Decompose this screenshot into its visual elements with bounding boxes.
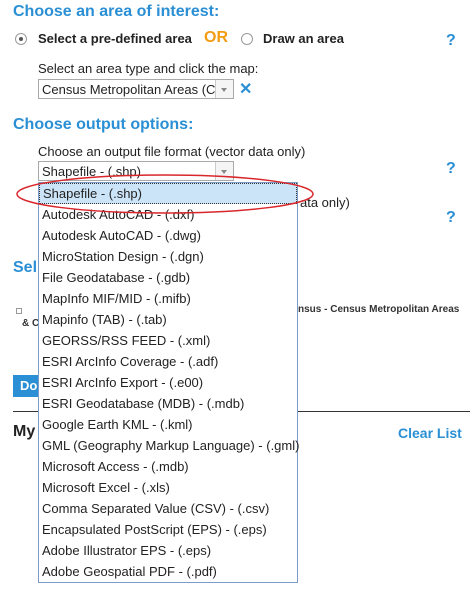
format-select[interactable]: Shapefile - (.shp)	[38, 161, 234, 181]
format-option[interactable]: MapInfo MIF/MID - (.mifb)	[39, 288, 297, 309]
select-section-title-fragment: Sel	[13, 259, 38, 276]
format-option[interactable]: ESRI Geodatabase (MDB) - (.mdb)	[39, 393, 297, 414]
area-help-icon[interactable]: ?	[446, 32, 456, 50]
format-option[interactable]: Adobe Illustrator EPS - (.eps)	[39, 540, 297, 561]
chevron-down-icon	[215, 162, 233, 180]
format-option[interactable]: Shapefile - (.shp)	[39, 183, 297, 204]
amp-fragment: & C	[22, 318, 40, 329]
clear-list-link[interactable]: Clear List	[398, 425, 462, 441]
download-button[interactable]: Do	[13, 375, 39, 397]
second-option-label-fragment: ata only)	[300, 195, 350, 210]
format-option[interactable]: Mapinfo (TAB) - (.tab)	[39, 309, 297, 330]
format-option[interactable]: Microsoft Excel - (.xls)	[39, 477, 297, 498]
format-option[interactable]: MicroStation Design - (.dgn)	[39, 246, 297, 267]
or-label: OR	[204, 29, 228, 46]
format-option[interactable]: Encapsulated PostScript (EPS) - (.eps)	[39, 519, 297, 540]
area-type-label: Select an area type and click the map:	[38, 61, 259, 76]
second-help-icon[interactable]: ?	[446, 209, 456, 227]
format-option[interactable]: Comma Separated Value (CSV) - (.csv)	[39, 498, 297, 519]
format-option[interactable]: File Geodatabase - (.gdb)	[39, 267, 297, 288]
format-option[interactable]: GML (Geography Markup Language) - (.gml)	[39, 435, 299, 456]
format-option[interactable]: GEORSS/RSS FEED - (.xml)	[39, 330, 297, 351]
format-option[interactable]: Microsoft Access - (.mdb)	[39, 456, 297, 477]
format-option[interactable]: ESRI ArcInfo Export - (.e00)	[39, 372, 297, 393]
format-select-value: Shapefile - (.shp)	[42, 164, 141, 179]
format-dropdown-list[interactable]: Shapefile - (.shp) Autodesk AutoCAD - (.d…	[38, 182, 299, 583]
close-icon[interactable]: ✕	[239, 79, 252, 99]
format-option[interactable]: Autodesk AutoCAD - (.dxf)	[39, 204, 297, 225]
my-list-title-fragment: My	[13, 423, 36, 440]
format-help-icon[interactable]: ?	[446, 160, 456, 178]
output-section-title: Choose output options:	[13, 116, 194, 133]
chevron-down-icon	[215, 80, 233, 98]
format-option[interactable]: Google Earth KML - (.kml)	[39, 414, 297, 435]
format-option[interactable]: Adobe Geospatial PDF - (.pdf)	[39, 561, 297, 582]
format-label: Choose an output file format (vector dat…	[38, 144, 306, 159]
area-type-select[interactable]: Census Metropolitan Areas (C	[38, 79, 234, 99]
area-section-title: Choose an area of interest:	[13, 3, 220, 20]
predefined-area-radio[interactable]	[15, 33, 27, 45]
format-option[interactable]: Autodesk AutoCAD - (.dwg)	[39, 225, 297, 246]
checkbox-fragment[interactable]	[16, 308, 22, 314]
area-type-value: Census Metropolitan Areas (C	[42, 82, 216, 97]
draw-area-label[interactable]: Draw an area	[263, 31, 344, 46]
predefined-area-label[interactable]: Select a pre-defined area	[38, 31, 192, 46]
draw-area-radio[interactable]	[241, 33, 253, 45]
format-option[interactable]: ESRI ArcInfo Coverage - (.adf)	[39, 351, 297, 372]
census-layer-label-fragment: nsus - Census Metropolitan Areas	[298, 304, 460, 315]
